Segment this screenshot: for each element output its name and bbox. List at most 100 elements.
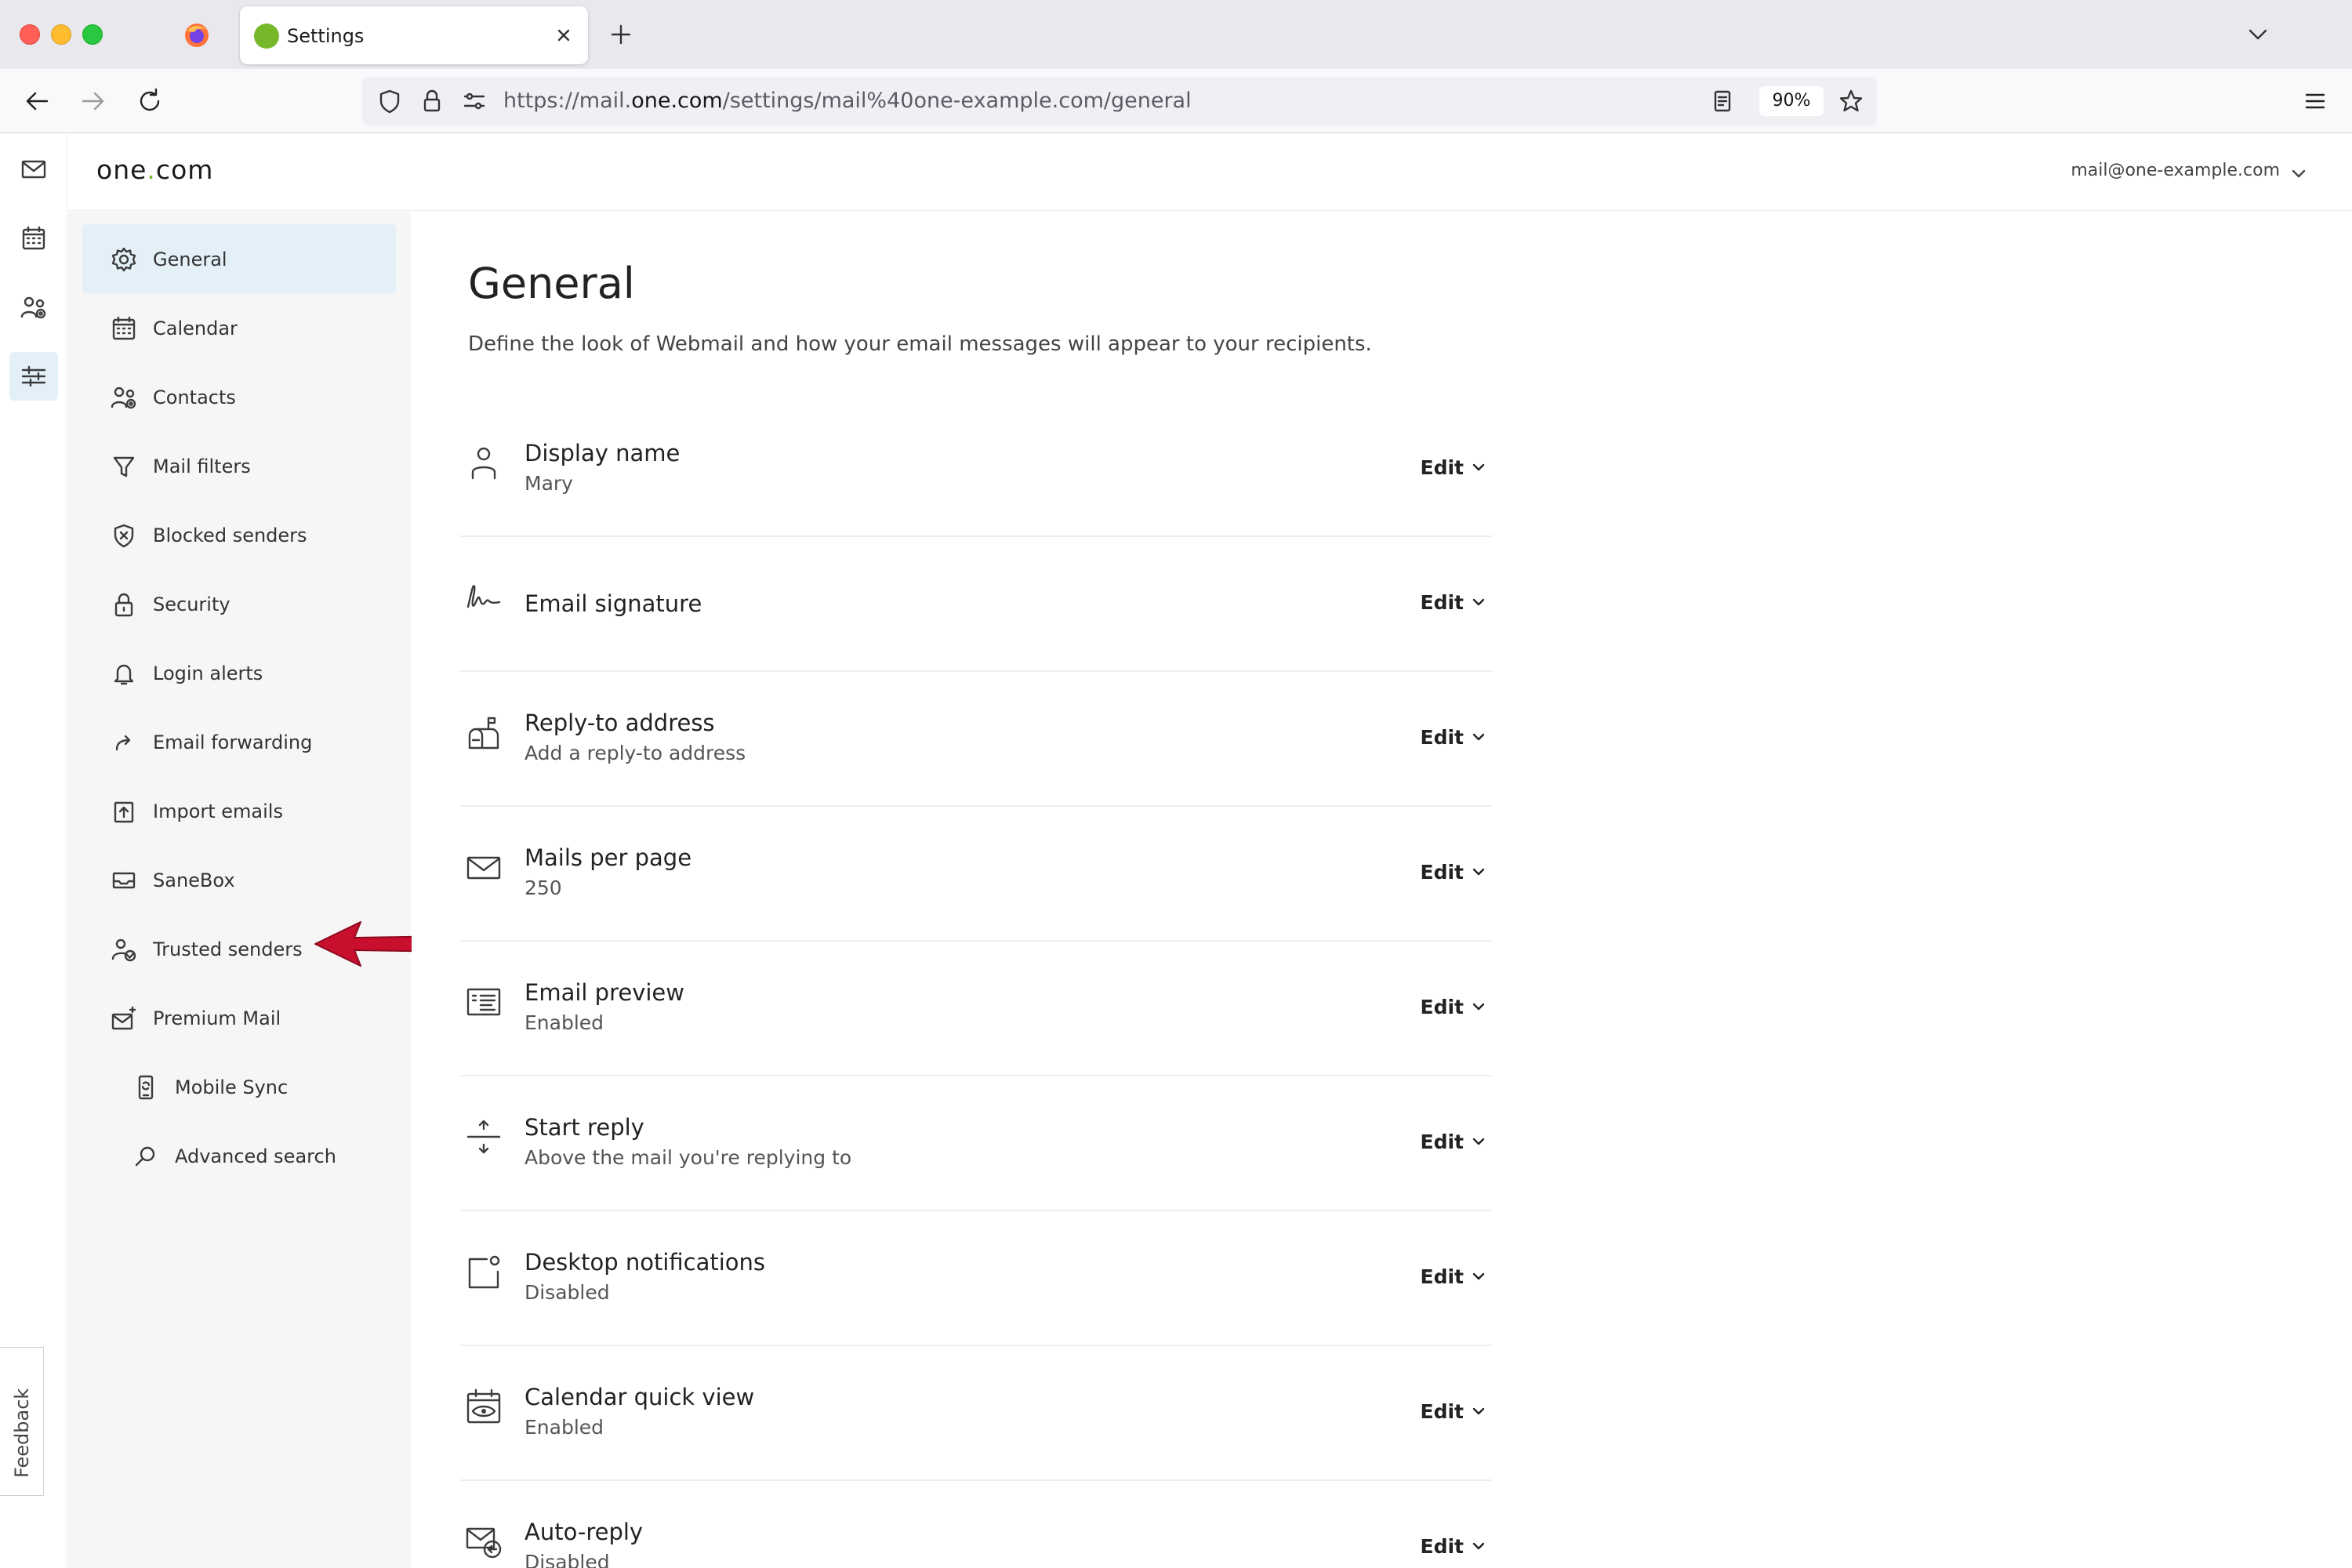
sidebar-item-email-forwarding[interactable]: Email forwarding [82,707,396,776]
edit-label: Edit [1420,860,1465,884]
edit-email-signature-button[interactable]: Edit [1416,586,1493,618]
close-window-button[interactable] [20,24,40,45]
close-tab-icon[interactable] [549,20,579,50]
page-description: Define the look of Webmail and how your … [468,332,1372,356]
tracking-shield-icon[interactable] [375,86,405,116]
shield-icon [111,522,137,549]
sidebar-item-sanebox[interactable]: SaneBox [82,845,396,914]
reload-icon[interactable] [132,83,168,119]
chevron-down-icon [1472,1138,1485,1145]
setting-title: Auto-reply [524,1519,644,1545]
url-text[interactable]: https://mail.one.com/settings/mail%40one… [503,89,1192,114]
setting-title: Start reply [524,1114,644,1141]
forward-arrow-icon[interactable] [75,83,111,119]
browser-tab-settings[interactable]: Settings [240,6,588,64]
sidebar-item-login-alerts[interactable]: Login alerts [82,638,396,707]
new-tab-icon[interactable] [605,19,637,50]
edit-desktop-notifications-button[interactable]: Edit [1416,1261,1493,1292]
chevron-down-icon [1472,463,1485,471]
auto-reply-icon [465,1523,503,1560]
setting-value: Above the mail you're replying to [524,1146,852,1169]
sidebar-item-security[interactable]: Security [82,569,396,638]
setting-value: Enabled [524,1011,604,1034]
feedback-button[interactable]: Feedback [0,1347,44,1496]
edit-email-preview-button[interactable]: Edit [1416,991,1493,1022]
sidebar-item-label: Mail filters [153,456,251,477]
sidebar-item-premium-mail[interactable]: Premium Mail [82,983,396,1052]
trusted-user-icon [111,936,137,963]
zoom-level-badge[interactable]: 90% [1759,86,1824,116]
minimize-window-button[interactable] [51,24,71,45]
app-header: one.com mail@one-example.com [68,134,2352,211]
sidebar-item-label: Import emails [153,800,283,822]
setting-title: Email preview [524,979,684,1006]
edit-label: Edit [1420,1130,1465,1153]
sidebar-item-contacts[interactable]: Contacts [82,362,396,431]
chevron-down-icon [1472,733,1485,741]
inbox-icon [111,867,137,894]
gear-icon [111,246,137,273]
contacts-rail-button[interactable] [9,283,58,332]
lock-icon[interactable] [417,86,447,116]
setting-row-reply-to-address: Reply-to address Add a reply-to address Ed… [460,677,1492,807]
sidebar-item-import-emails[interactable]: Import emails [82,776,396,845]
sidebar-item-mobile-sync[interactable]: Mobile Sync [82,1052,396,1121]
edit-start-reply-button[interactable]: Edit [1416,1126,1493,1157]
url-bar[interactable]: https://mail.one.com/settings/mail%40one… [362,77,1877,125]
sidebar-item-label: Calendar [153,318,238,339]
setting-title: Reply-to address [524,710,715,736]
mail-rail-button[interactable] [9,145,58,194]
account-email: mail@one-example.com [2071,161,2280,180]
settings-rail-button[interactable] [9,352,58,401]
setting-title: Desktop notifications [524,1249,766,1276]
edit-reply-to-address-button[interactable]: Edit [1416,721,1493,753]
permissions-icon[interactable] [459,86,489,116]
calendar-icon [22,226,45,250]
contacts-icon [20,296,46,319]
sidebar-item-blocked-senders[interactable]: Blocked senders [82,500,396,569]
feedback-label: Feedback [11,1388,33,1478]
sidebar-item-mail-filters[interactable]: Mail filters [82,431,396,500]
one-com-logo[interactable]: one.com [96,154,213,185]
reader-view-icon[interactable] [1708,86,1737,116]
contacts-icon [111,384,137,411]
chevron-down-icon[interactable] [2242,19,2274,50]
setting-value: Disabled [524,1281,610,1304]
setting-value: Enabled [524,1416,604,1439]
setting-row-email-preview: Email preview Enabled Edit [460,947,1492,1076]
edit-mails-per-page-button[interactable]: Edit [1416,856,1493,887]
signature-icon [465,579,503,616]
setting-row-mails-per-page: Mails per page 250 Edit [460,812,1492,942]
tab-title: Settings [287,25,365,47]
edit-auto-reply-button[interactable]: Edit [1416,1530,1493,1562]
maximize-window-button[interactable] [82,24,103,45]
sidebar-item-advanced-search[interactable]: Advanced search [82,1121,396,1190]
edit-label: Edit [1420,456,1465,479]
chevron-down-icon [1472,598,1485,606]
hamburger-menu-icon[interactable] [2297,83,2333,119]
back-arrow-icon[interactable] [19,83,55,119]
calendar-icon [111,315,137,342]
chevron-down-icon [1472,1003,1485,1011]
bookmark-star-icon[interactable] [1836,86,1866,116]
account-menu[interactable]: mail@one-example.com [2071,161,2280,180]
sidebar-item-label: Trusted senders [153,938,303,960]
chevron-down-icon [1472,1542,1485,1550]
calendar-eye-icon [465,1388,503,1425]
sidebar-item-general[interactable]: General [82,224,396,293]
calendar-rail-button[interactable] [9,214,58,263]
premium-mail-icon [111,1005,137,1032]
edit-calendar-quick-view-button[interactable]: Edit [1416,1396,1493,1427]
person-icon [465,444,503,481]
firefox-icon[interactable] [183,22,210,49]
chevron-down-icon[interactable] [2289,164,2308,183]
sidebar-item-label: General [153,249,227,270]
sidebar-item-calendar[interactable]: Calendar [82,293,396,362]
setting-value: Add a reply-to address [524,742,746,764]
page-title: General [468,259,635,308]
edit-display-name-button[interactable]: Edit [1416,452,1493,483]
setting-title: Email signature [524,590,702,617]
edit-label: Edit [1420,590,1465,614]
browser-tab-bar: Settings [0,0,2352,69]
edit-label: Edit [1420,1265,1465,1288]
